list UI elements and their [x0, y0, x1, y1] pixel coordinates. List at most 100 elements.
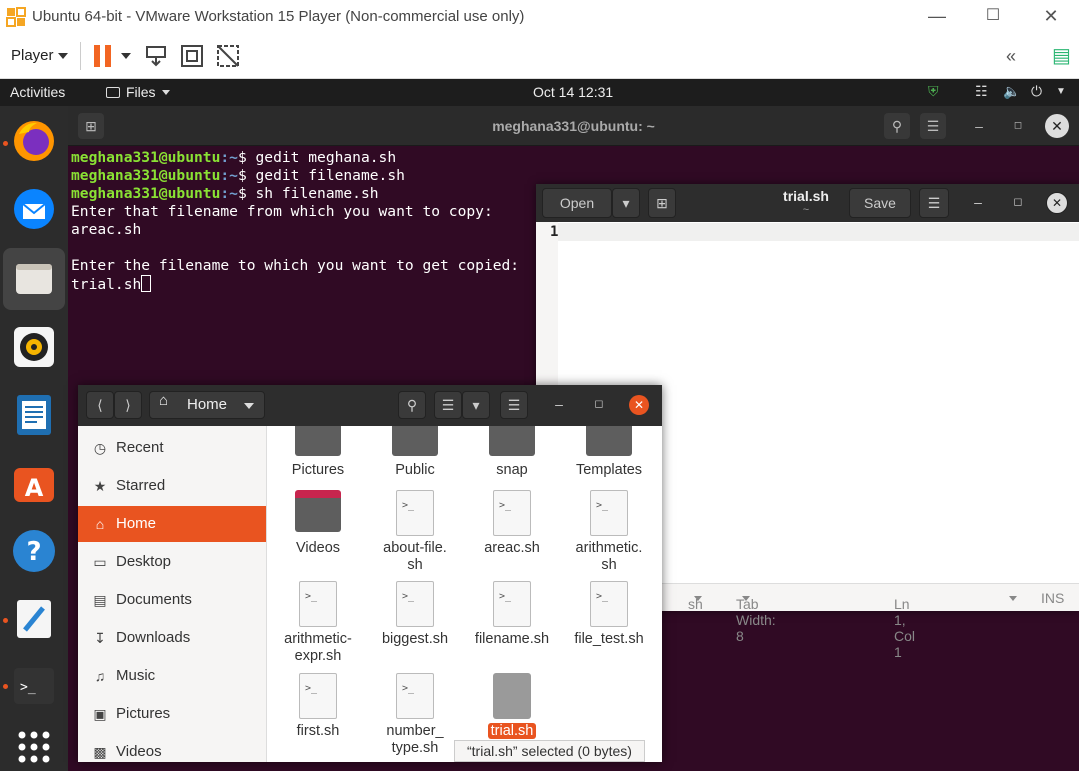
show-applications-icon[interactable]: [11, 724, 57, 770]
ubuntu-topbar: Activities Files Oct 14 12:31 ⛨ ☷ 🔈 ⏻ ▼: [0, 79, 1079, 106]
file-item[interactable]: Videos: [272, 490, 364, 557]
system-menu-icon[interactable]: ▼: [1056, 86, 1066, 97]
sidebar-item-recent[interactable]: ◷ Recent: [78, 430, 266, 466]
chevron-down-icon[interactable]: [244, 403, 254, 409]
svg-text:>_: >_: [20, 680, 36, 695]
firefox-icon[interactable]: [11, 118, 57, 164]
close-icon[interactable]: ✕: [1045, 114, 1069, 138]
script-file-icon: [299, 673, 337, 719]
file-item[interactable]: about-file.sh: [369, 490, 461, 574]
sidebar-item-home[interactable]: ⌂ Home: [78, 506, 266, 542]
unity-mode-icon[interactable]: [216, 44, 240, 68]
notes-icon[interactable]: ▤: [1052, 43, 1071, 68]
file-item[interactable]: filename.sh: [466, 581, 558, 648]
terminal-output[interactable]: meghana331@ubuntu:~$ gedit meghana.sh me…: [71, 149, 519, 294]
maximize-icon[interactable]: ◻: [585, 391, 613, 419]
selection-status: “trial.sh” selected (0 bytes): [454, 740, 645, 762]
file-item[interactable]: areac.sh: [466, 490, 558, 557]
collapse-icon[interactable]: «: [1006, 46, 1016, 67]
open-button[interactable]: Open: [542, 188, 612, 218]
file-item[interactable]: arithmetic.sh: [563, 490, 655, 574]
fullscreen-icon[interactable]: [180, 44, 204, 68]
line-number: 1: [550, 224, 559, 240]
list-view-icon[interactable]: ☰: [434, 391, 462, 419]
file-item[interactable]: biggest.sh: [369, 581, 461, 648]
maximize-icon[interactable]: ◻: [1004, 188, 1032, 218]
insert-mode[interactable]: INS: [1041, 590, 1064, 606]
sidebar-item-videos[interactable]: ▩ Videos: [78, 734, 266, 770]
maximize-icon[interactable]: ☐: [980, 4, 1006, 30]
file-item[interactable]: Templates: [563, 426, 655, 479]
file-item[interactable]: file_test.sh: [563, 581, 655, 648]
activities-button[interactable]: Activities: [10, 84, 65, 100]
folder-snap-icon: [489, 426, 535, 456]
player-menu[interactable]: Player: [11, 47, 54, 64]
folder-videos-icon: [295, 490, 341, 532]
view-options-icon[interactable]: ▾: [462, 391, 490, 419]
hamburger-menu-icon[interactable]: ☰: [919, 188, 949, 218]
close-icon[interactable]: ✕: [1046, 192, 1068, 214]
back-button[interactable]: ⟨: [86, 391, 114, 419]
rhythmbox-icon[interactable]: [11, 324, 57, 370]
input-line: trial.sh: [71, 276, 142, 293]
forward-button[interactable]: ⟩: [114, 391, 142, 419]
close-icon[interactable]: ✕: [1038, 4, 1064, 30]
video-icon: ▩: [93, 744, 107, 760]
vmware-toolbar: Player « ▤: [0, 34, 1079, 79]
sidebar-item-documents[interactable]: ▤ Documents: [78, 582, 266, 618]
sidebar-item-starred[interactable]: ★ Starred: [78, 468, 266, 504]
minimize-icon[interactable]: –: [964, 188, 992, 218]
file-item[interactable]: Pictures: [272, 426, 364, 479]
send-ctrl-alt-del-icon[interactable]: [144, 44, 168, 68]
home-icon: ⌂: [159, 392, 169, 409]
output-line: Enter that filename from which you want …: [71, 203, 493, 220]
hamburger-menu-icon[interactable]: ☰: [500, 391, 528, 419]
files-icon[interactable]: [11, 256, 57, 302]
clock[interactable]: Oct 14 12:31: [533, 84, 613, 100]
thunderbird-icon[interactable]: [11, 186, 57, 232]
libreoffice-writer-icon[interactable]: [11, 392, 57, 438]
maximize-icon[interactable]: ◻: [1005, 113, 1031, 139]
pause-icon[interactable]: [94, 45, 112, 67]
help-icon[interactable]: ?: [11, 528, 57, 574]
minimize-icon[interactable]: –: [966, 113, 992, 139]
file-item[interactable]: Public: [369, 426, 461, 479]
network-icon[interactable]: ☷: [975, 83, 988, 100]
running-indicator: [3, 141, 8, 146]
text-file-icon: [493, 673, 531, 719]
open-dropdown-icon[interactable]: ▾: [612, 188, 640, 218]
file-item[interactable]: first.sh: [272, 673, 364, 740]
file-item[interactable]: snap: [466, 426, 558, 479]
terminal-icon[interactable]: >_: [11, 663, 57, 709]
folder-public-icon: [392, 426, 438, 456]
power-icon[interactable]: ⏻: [1031, 83, 1042, 100]
search-icon[interactable]: ⚲: [398, 391, 426, 419]
app-menu[interactable]: Files: [106, 84, 170, 100]
sidebar-item-pictures[interactable]: ▣ Pictures: [78, 696, 266, 732]
script-file-icon: [493, 490, 531, 536]
minimize-icon[interactable]: –: [545, 391, 573, 419]
close-icon[interactable]: ✕: [629, 395, 649, 415]
save-button[interactable]: Save: [849, 188, 911, 218]
shield-icon[interactable]: ⛨: [928, 83, 939, 100]
file-item-selected[interactable]: trial.sh: [466, 673, 558, 740]
minimize-icon[interactable]: —: [924, 4, 950, 30]
search-icon[interactable]: ⚲: [884, 113, 910, 139]
sidebar-item-desktop[interactable]: ▭ Desktop: [78, 544, 266, 580]
file-item[interactable]: number_type.sh: [369, 673, 461, 757]
sidebar-item-music[interactable]: ♫ Music: [78, 658, 266, 694]
location-bar[interactable]: ⌂ Home: [149, 391, 265, 419]
window-title: Ubuntu 64-bit - VMware Workstation 15 Pl…: [32, 8, 525, 25]
hamburger-menu-icon[interactable]: ☰: [920, 113, 946, 139]
current-line-highlight[interactable]: [558, 223, 1079, 241]
software-store-icon[interactable]: A: [11, 460, 57, 506]
prompt-line: meghana331@ubuntu:~$ gedit filename.sh: [71, 167, 405, 184]
pause-dropdown-icon[interactable]: [121, 53, 131, 59]
file-item[interactable]: arithmetic-expr.sh: [272, 581, 364, 665]
volume-icon[interactable]: 🔈: [1003, 83, 1020, 100]
text-editor-icon[interactable]: [11, 596, 57, 642]
new-tab-icon[interactable]: ⊞: [648, 188, 676, 218]
dock: A ? >_: [0, 106, 68, 771]
player-dropdown-icon[interactable]: [58, 53, 68, 59]
sidebar-item-downloads[interactable]: ↧ Downloads: [78, 620, 266, 656]
